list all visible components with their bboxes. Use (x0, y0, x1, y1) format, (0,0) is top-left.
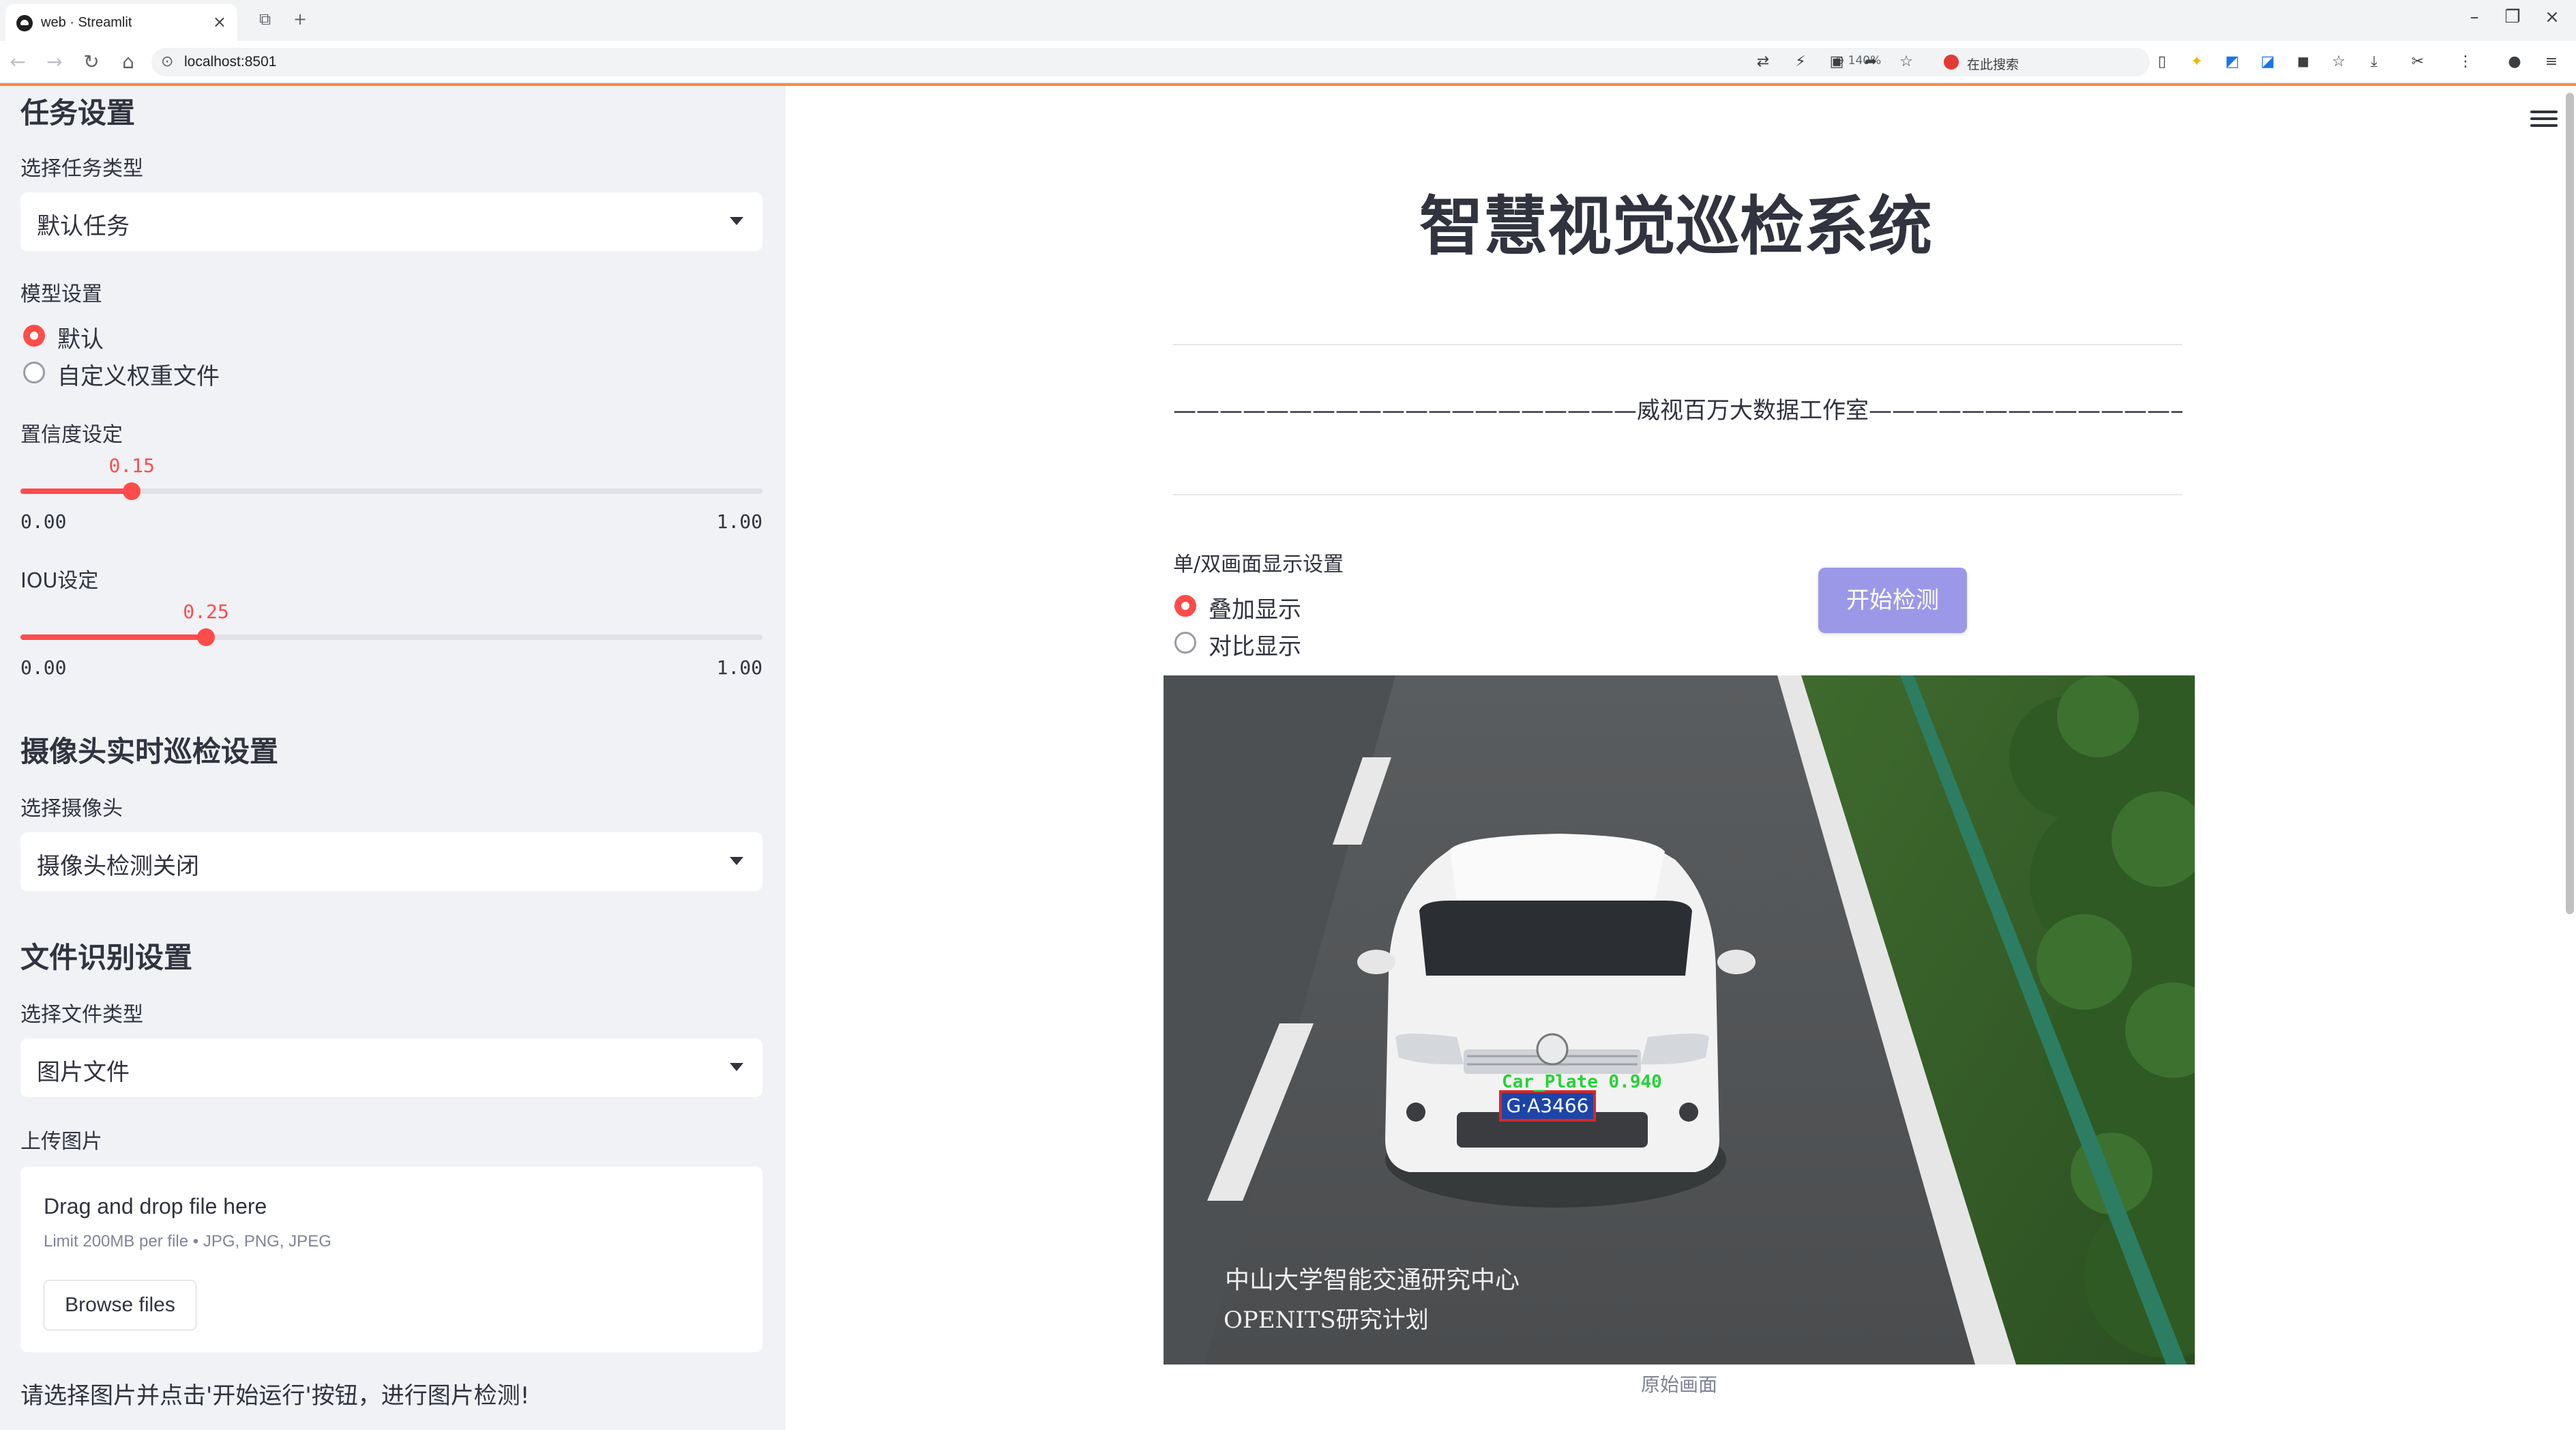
confidence-label: 置信度设定 (20, 423, 123, 447)
download-icon[interactable]: ⤓ (2364, 52, 2384, 72)
extension-dark-icon[interactable]: ◼ (2293, 52, 2313, 72)
slider-value: 0.25 (183, 600, 229, 623)
restore-icon[interactable]: ❐ (2499, 7, 2526, 27)
file-type-select[interactable]: 图片文件 (20, 1038, 763, 1097)
search-engine-icon (1944, 55, 1959, 70)
divider (1173, 494, 2182, 495)
dropzone-title: Drag and drop file here (44, 1194, 267, 1219)
iou-slider[interactable]: 0.25 0.00 1.00 (20, 600, 763, 682)
translate-icon[interactable]: ⇄ (1753, 52, 1773, 72)
profile-avatar-icon[interactable]: ● (2504, 52, 2525, 72)
radio-label: 默认 (57, 326, 104, 353)
extension-blue-icon[interactable]: ◪ (2257, 52, 2278, 72)
detection-label: Car_Plate 0.940 (1502, 1072, 1662, 1092)
file-type-value: 图片文件 (37, 1059, 130, 1086)
minimize-icon[interactable]: – (2461, 7, 2488, 27)
new-tab-icon[interactable]: + (293, 10, 307, 29)
page-title: 智慧视觉巡检系统 (1419, 190, 1932, 264)
browse-files-button[interactable]: Browse files (44, 1280, 196, 1330)
slider-fill (20, 634, 206, 640)
road-scene-image: G·A3466 Car_Plate 0.940 中山大学智能交通研究中心 OPE… (1164, 675, 2195, 1365)
task-type-select[interactable]: 默认任务 (20, 192, 763, 251)
browser-menu-icon[interactable]: ≡ (2541, 52, 2562, 72)
radio-unselected-icon[interactable] (1174, 632, 1196, 654)
studio-subtitle: ————————————————————威视百万大数据工作室——————————… (1173, 397, 2182, 424)
upload-label: 上传图片 (20, 1130, 102, 1154)
radio-label: 叠加显示 (1209, 596, 1301, 624)
tab-groups-icon[interactable]: ⧉ (259, 10, 271, 29)
bookmark-star-icon[interactable]: ☆ (1896, 52, 1916, 72)
slider-value: 0.15 (108, 454, 155, 477)
plate-text: G·A3466 (1506, 1094, 1588, 1117)
site-info-icon[interactable]: ⊙ (161, 53, 173, 70)
file-dropzone[interactable]: Drag and drop file here Limit 200MB per … (20, 1167, 763, 1352)
slider-thumb[interactable] (123, 482, 141, 500)
chevron-down-icon (730, 217, 743, 225)
file-settings-header: 文件识别设置 (20, 941, 193, 974)
slider-min: 0.00 (20, 656, 67, 679)
extension-star-icon[interactable]: ✦ (2187, 52, 2207, 72)
slider-fill (20, 488, 132, 494)
search-placeholder: 在此搜索 (1967, 57, 2019, 72)
sidebar: 任务设置 选择任务类型 默认任务 模型设置 默认 自定义权重文件 置信度设定 0… (0, 86, 786, 1430)
camera-select[interactable]: 摄像头检测关闭 (20, 832, 763, 891)
model-settings-label: 模型设置 (20, 282, 102, 306)
scrollbar[interactable] (2566, 93, 2574, 914)
camera-settings-header: 摄像头实时巡检设置 (20, 735, 279, 768)
radio-label: 自定义权重文件 (57, 363, 220, 390)
reload-icon[interactable]: ↻ (79, 50, 104, 73)
url-text: localhost:8501 (184, 54, 277, 70)
main-content: 智慧视觉巡检系统 ————————————————————威视百万大数据工作室—… (786, 86, 2576, 1430)
start-detection-button[interactable]: 开始检测 (1818, 568, 1967, 633)
app-menu-icon[interactable] (2530, 111, 2558, 131)
watermark-line-1: 中山大学智能交通研究中心 (1225, 1266, 1520, 1294)
slider-max: 1.00 (716, 656, 763, 679)
browser-tab-bar: web · Streamlit × ⧉ + – ❐ × (0, 0, 2576, 41)
confidence-slider[interactable]: 0.15 0.00 1.00 (20, 454, 763, 536)
home-icon[interactable]: ⌂ (116, 50, 140, 73)
browser-tab[interactable]: web · Streamlit × (5, 4, 237, 41)
watermark-line-2: OPENITS研究计划 (1224, 1307, 1429, 1334)
dropzone-limit: Limit 200MB per file • JPG, PNG, JPEG (44, 1232, 331, 1251)
window-close-icon[interactable]: × (2538, 7, 2566, 27)
search-box[interactable]: 在此搜索 (1936, 48, 2140, 76)
back-icon[interactable]: ← (5, 50, 30, 73)
iou-label: IOU设定 (20, 569, 99, 593)
screenshot-icon[interactable]: ✂ (2408, 52, 2428, 72)
tab-title: web · Streamlit (41, 15, 132, 30)
share-icon[interactable]: ➦ (1861, 52, 1881, 72)
chevron-down-icon (730, 1063, 743, 1071)
detection-image: G·A3466 Car_Plate 0.940 中山大学智能交通研究中心 OPE… (1164, 675, 2195, 1365)
chevron-down-icon (730, 857, 743, 865)
forward-icon[interactable]: → (42, 50, 67, 73)
favorites-icon[interactable]: ☆ (2328, 52, 2349, 72)
tab-close-icon[interactable]: × (213, 12, 226, 31)
task-type-value: 默认任务 (37, 213, 130, 240)
radio-selected-icon[interactable] (1174, 595, 1196, 617)
task-settings-header: 任务设置 (20, 96, 136, 130)
phone-icon[interactable]: ▯ (2152, 52, 2172, 72)
divider (1173, 344, 2182, 345)
streamlit-favicon-icon (16, 15, 33, 31)
bolt-icon[interactable]: ⚡ (1790, 52, 1811, 72)
file-type-label: 选择文件类型 (20, 1003, 143, 1027)
radio-selected-icon[interactable] (23, 325, 45, 347)
browser-toolbar: ← → ↻ ⌂ ⊙ localhost:8501 ⊕ 140% ⇄ ⚡ ▣ ➦ … (0, 41, 2576, 83)
extension-translate-icon[interactable]: ◩ (2222, 52, 2242, 72)
menu-dots-icon[interactable]: ⋮ (2455, 52, 2476, 72)
image-caption: 原始画面 (1640, 1373, 1717, 1396)
task-type-label: 选择任务类型 (20, 157, 143, 181)
slider-max: 1.00 (716, 510, 763, 533)
camera-label: 选择摄像头 (20, 797, 123, 821)
camera-value: 摄像头检测关闭 (37, 853, 199, 880)
url-bar[interactable]: ⊙ localhost:8501 ⊕ 140% (151, 48, 2150, 76)
radio-label: 对比显示 (1209, 633, 1301, 660)
slider-thumb[interactable] (197, 628, 215, 646)
display-mode-label: 单/双画面显示设置 (1173, 553, 1344, 577)
radio-unselected-icon[interactable] (23, 362, 45, 383)
slider-min: 0.00 (20, 510, 67, 533)
reader-icon[interactable]: ▣ (1826, 52, 1847, 72)
instruction-text: 请选择图片并点击'开始运行'按钮，进行图片检测! (20, 1382, 530, 1410)
